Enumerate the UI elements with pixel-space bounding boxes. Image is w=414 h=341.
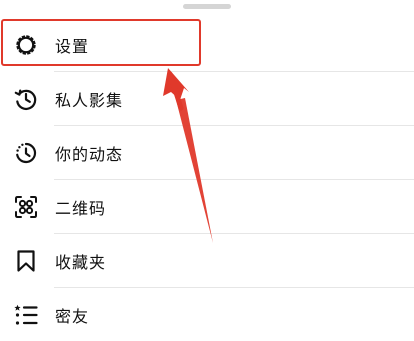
menu-item-label: 你的动态 [55,145,124,164]
bottom-sheet: 设置 私人影集 你的动态 二维码 收藏夹 密友 [0,0,414,341]
history-icon [12,85,40,113]
settings-menu: 设置 私人影集 你的动态 二维码 收藏夹 密友 [0,18,414,341]
menu-item-qr-code[interactable]: 二维码 [0,180,414,234]
menu-item-your-activity[interactable]: 你的动态 [0,126,414,180]
menu-item-label: 二维码 [55,199,107,218]
menu-item-private-album[interactable]: 私人影集 [0,72,414,126]
settings-gear-icon [12,31,40,59]
menu-item-label: 收藏夹 [55,253,107,272]
menu-item-close-friends[interactable]: 密友 [0,288,414,341]
menu-item-settings[interactable]: 设置 [0,18,414,72]
drag-handle[interactable] [183,4,231,9]
bookmark-icon [12,247,40,275]
qr-code-icon [12,193,40,221]
menu-item-label: 密友 [55,307,90,326]
menu-item-label: 私人影集 [55,91,124,110]
menu-item-saved[interactable]: 收藏夹 [0,234,414,288]
activity-icon [12,139,40,167]
close-friends-list-icon [12,301,40,329]
menu-item-label: 设置 [55,37,90,56]
